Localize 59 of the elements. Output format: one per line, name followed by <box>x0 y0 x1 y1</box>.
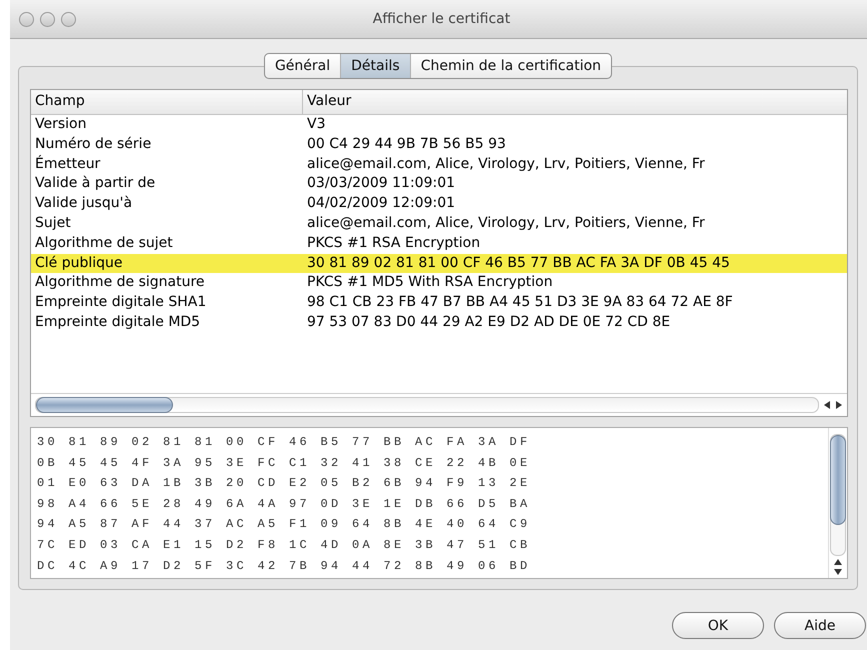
value-cell-text: PKCS #1 RSA Encryption <box>306 234 482 253</box>
value-cell-text: 03/03/2009 11:09:01 <box>306 174 456 194</box>
tab[interactable]: Chemin de la certification <box>410 54 612 78</box>
value-cell-text: 98 C1 CB 23 FB 47 B7 BB A4 45 51 D3 3E 9A 83 64 72 AE 8F <box>306 293 734 312</box>
vertical-scrollbar[interactable] <box>828 428 847 578</box>
value-cell-text: 97 53 07 83 D0 44 29 A2 E9 D2 AD DE 0E 72 CD 8E <box>306 312 672 332</box>
value-cell-text: 04/02/2009 12:09:01 <box>306 194 456 214</box>
left-arrow-icon[interactable] <box>823 401 831 409</box>
table-row[interactable]: Empreinte digitale SHA1 98 C1 CB 23 FB 47 B7 BB A4 45 51 D3 3E 9A 83 64 72 AE 8F <box>31 293 847 313</box>
tab[interactable]: Détails <box>341 54 411 78</box>
hex-line: 0B 45 45 4F 3A 95 3E FC C1 32 41 38 CE 22 4B 0E <box>37 454 532 472</box>
window-title: Afficher le certificat <box>372 11 510 27</box>
field-cell-text: Clé publique <box>34 254 124 273</box>
hex-line: 7C ED 03 CA E1 15 D2 F8 1C 4D 0A 8E 3B 47 51 CB <box>37 536 532 554</box>
table-row[interactable]: Valide jusqu'à 04/02/2009 12:09:01 <box>31 194 847 214</box>
field-cell-text: Algorithme de sujet <box>34 234 174 253</box>
field-cell-text: Sujet <box>34 214 72 233</box>
up-arrow-icon[interactable] <box>834 558 842 566</box>
table-row[interactable]: Version V3 <box>31 115 847 135</box>
field-cell-text: Valide à partir de <box>34 174 156 194</box>
value-cell-text: alice@email.com, Alice, Virology, Lrv, Poitiers, Vienne, Fr <box>306 154 706 174</box>
hex-line: 98 A4 66 5E 28 49 6A 4A 97 0D 3E 1E DB 66 D5 BA <box>37 496 532 513</box>
dialog-button[interactable]: Aide <box>774 612 866 639</box>
column-header[interactable]: Valeur <box>303 90 847 114</box>
hex-line: DC 4C A9 17 D2 5F 3C 42 7B 94 44 72 8B 49 06 BD <box>37 558 532 575</box>
down-arrow-icon[interactable] <box>834 568 842 576</box>
table-row[interactable]: Numéro de série 00 C4 29 44 9B 7B 56 B5 93 <box>31 134 847 155</box>
field-cell-text: Valide jusqu'à <box>34 194 134 214</box>
hex-line: 30 81 89 02 81 81 00 CF 46 B5 77 BB AC FA 3A DF <box>37 434 532 451</box>
value-cell-text: 00 C4 29 44 9B 7B 56 B5 93 <box>306 134 507 154</box>
field-cell-text: Émetteur <box>34 154 102 174</box>
value-cell-text: PKCS #1 MD5 With RSA Encryption <box>306 273 554 292</box>
table-row[interactable]: Sujet alice@email.com, Alice, Virology, Lrv, Poitiers, Vienne, Fr <box>31 214 847 234</box>
window-control-icon[interactable] <box>61 12 76 26</box>
column-header[interactable]: Champ <box>31 90 303 114</box>
right-arrow-icon[interactable] <box>835 401 843 409</box>
value-text-area[interactable] <box>30 427 848 579</box>
dialog-button[interactable]: OK <box>672 612 764 639</box>
table-row[interactable]: Émetteur alice@email.com, Alice, Virology, Lrv, Poitiers, Vienne, Fr <box>31 154 847 174</box>
table-row[interactable]: Clé publique 30 81 89 02 81 81 00 CF 46 B5 77 BB AC FA 3A DF 0B 45 45 <box>31 254 847 274</box>
table-row[interactable]: Algorithme de signature PKCS #1 MD5 With RSA Encryption <box>31 273 847 294</box>
window-control-icon[interactable] <box>40 12 55 26</box>
hex-line: 01 E0 63 DA 1B 3B 20 CD E2 05 B2 6B 94 F9 13 2E <box>37 475 532 492</box>
field-cell-text: Algorithme de signature <box>34 273 206 292</box>
field-cell-text: Empreinte digitale MD5 <box>34 312 202 332</box>
value-cell-text: 30 81 89 02 81 81 00 CF 46 B5 77 BB AC FA 3A DF 0B 45 45 <box>306 254 731 273</box>
hex-line: 94 A5 87 AF 44 37 AC A5 F1 09 64 8B 4E 40 64 C9 <box>37 516 532 534</box>
field-cell-text: Empreinte digitale SHA1 <box>34 293 208 312</box>
value-cell-text: V3 <box>306 115 326 134</box>
value-cell-text: alice@email.com, Alice, Virology, Lrv, Poitiers, Vienne, Fr <box>306 214 706 233</box>
table-row[interactable]: Empreinte digitale MD5 97 53 07 83 D0 44 29 A2 E9 D2 AD DE 0E 72 CD 8E <box>31 312 847 333</box>
horizontal-scrollbar[interactable] <box>31 393 847 416</box>
field-cell-text: Version <box>34 115 88 134</box>
field-cell-text: Numéro de série <box>34 134 152 154</box>
table-row[interactable]: Algorithme de sujet PKCS #1 RSA Encryption <box>31 234 847 254</box>
scroll-thumb[interactable] <box>36 397 173 413</box>
scroll-thumb[interactable] <box>830 435 846 525</box>
table-row[interactable]: Valide à partir de 03/03/2009 11:09:01 <box>31 174 847 194</box>
window-control-icon[interactable] <box>19 12 34 26</box>
